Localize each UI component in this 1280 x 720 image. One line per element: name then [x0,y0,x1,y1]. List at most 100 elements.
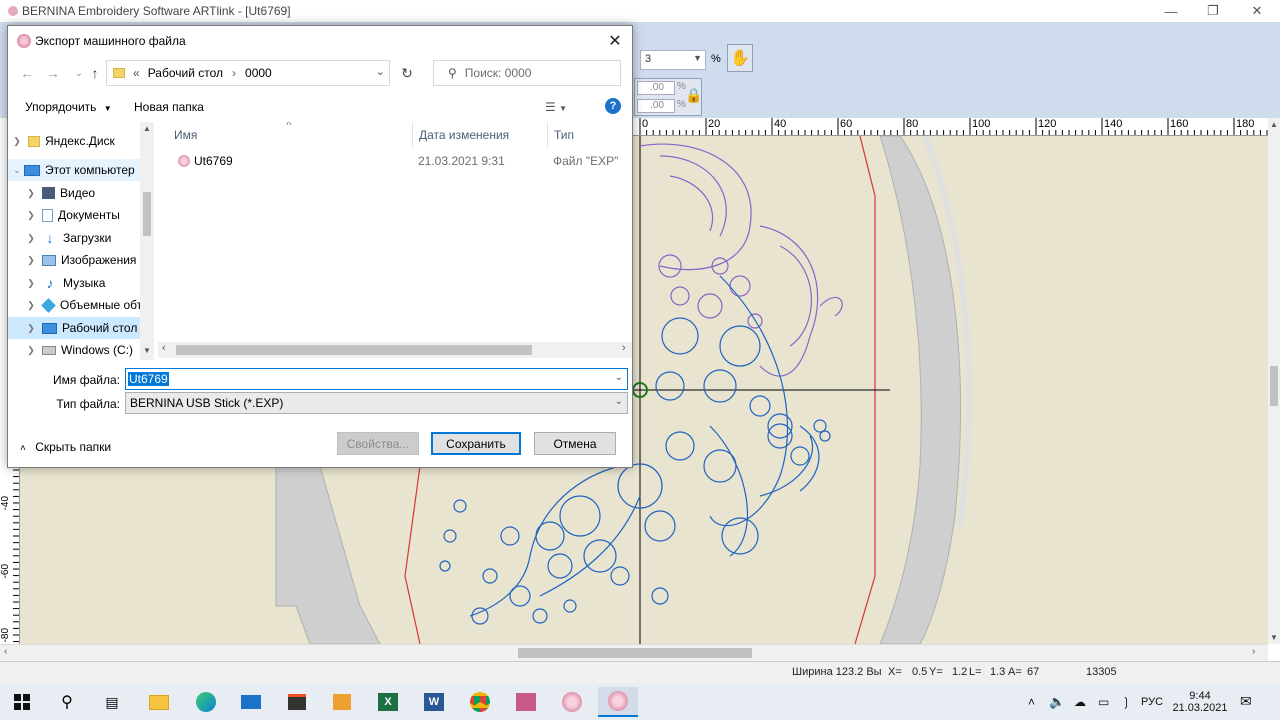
file-list-horizontal-scrollbar[interactable]: ‹ › [158,342,632,358]
file-list-scroll-thumb[interactable] [176,345,532,355]
tree-scroll-thumb[interactable] [143,192,151,236]
up-arrow-icon[interactable]: ↑ [84,62,106,84]
scroll-down-icon[interactable]: ▼ [143,346,151,355]
scroll-left-icon[interactable]: ‹ [4,646,7,657]
tree-item-this-pc[interactable]: ⌄ Этот компьютер [8,159,140,181]
task-view-icon[interactable]: ▤ [92,687,132,717]
expand-chevron-icon[interactable]: ❯ [26,255,36,266]
address-dropdown-chevron-icon[interactable]: ⌄ [376,65,385,78]
bernina-app-icon[interactable] [506,687,546,717]
input-language[interactable]: РУС [1141,683,1163,720]
speaker-icon[interactable]: 🔈 [1049,683,1065,720]
tree-item-documents[interactable]: ❯ Документы [8,204,140,226]
help-icon[interactable]: ? [605,98,621,114]
excel-icon[interactable]: X [368,687,408,717]
3d-objects-folder-icon [41,297,56,313]
scroll-right-icon[interactable]: › [1252,646,1255,657]
forward-arrow-icon[interactable]: → [42,62,64,84]
filetype-select[interactable]: BERNINA USB Stick (*.EXP) ⌄ [125,392,628,414]
file-explorer-icon[interactable] [139,687,179,717]
save-button[interactable]: Сохранить [431,432,521,455]
expand-chevron-icon[interactable]: ❯ [26,345,36,356]
file-row[interactable]: Ut6769 21.03.2021 9:31 Файл "EXP" [158,150,628,172]
onedrive-icon[interactable]: ☁ [1074,683,1086,720]
status-a-value: 67 [1027,666,1040,678]
show-hidden-icons-chevron-icon[interactable]: ˄ [1028,683,1035,720]
hide-folders-toggle[interactable]: ˄ Скрыть папки [20,440,111,454]
network-icon[interactable]: ❳ [1121,683,1131,720]
search-input[interactable]: ⚲ Поиск: 0000 [433,60,621,86]
refresh-icon[interactable]: ↻ [396,62,418,84]
tree-item-music[interactable]: ❯ ♪ Музыка [8,272,140,294]
column-header-type[interactable]: Тип [548,122,632,148]
tree-item-windows-c[interactable]: ❯ Windows (C:) [8,339,140,360]
video-player-icon[interactable] [322,687,362,717]
lock-proportion-icon[interactable]: 🔒 [685,87,702,104]
scale-width-field[interactable]: .00 [637,81,675,95]
clock[interactable]: 9:44 21.03.2021 [1168,683,1232,720]
filetype-dropdown-chevron-icon[interactable]: ⌄ [615,396,623,407]
hand-pan-icon[interactable]: ✋ [727,44,753,72]
status-bar: Ширина 123.2 Вы X= 0.5 Y= 1.2 L= 1.3 A= … [0,661,1280,683]
restore-button[interactable]: ❐ [1190,0,1236,22]
expand-chevron-icon[interactable]: ❯ [26,278,36,289]
breadcrumb-desktop[interactable]: Рабочий стол [148,66,223,80]
artlink-icon-1[interactable] [552,687,592,717]
store-icon[interactable] [277,687,317,717]
battery-icon[interactable]: ▭ [1098,683,1109,720]
edge-browser-icon[interactable] [186,687,226,717]
minimize-button[interactable]: — [1148,0,1194,22]
horizontal-scroll-thumb[interactable] [518,648,752,658]
pictures-folder-icon [42,254,56,266]
breadcrumb-0000[interactable]: 0000 [245,66,272,80]
column-header-date[interactable]: Дата изменения [413,122,548,148]
expand-chevron-icon[interactable]: ❯ [26,300,36,311]
scroll-down-icon[interactable]: ▼ [1270,633,1278,642]
tree-item-downloads[interactable]: ❯ ↓ Загрузки [8,227,140,249]
filename-input[interactable]: Ut6769 ⌄ [125,368,628,390]
artlink-icon-2-active[interactable] [598,687,638,717]
dialog-close-button[interactable]: ✕ [602,28,628,54]
chrome-icon[interactable] [460,687,500,717]
expand-chevron-icon[interactable]: ❯ [26,210,36,221]
scroll-left-icon[interactable]: ‹ [162,342,166,354]
canvas-horizontal-scrollbar[interactable]: ‹ › [0,644,1268,661]
organize-menu[interactable]: Упорядочить ▼ [25,100,112,114]
expand-chevron-icon[interactable]: ❯ [12,136,22,147]
expand-chevron-icon[interactable]: ❯ [26,323,36,334]
column-header-name[interactable]: Имя [168,122,412,148]
view-options-icon[interactable]: ☰ ▼ [545,100,567,114]
scroll-up-icon[interactable]: ▲ [1270,120,1278,129]
collapse-chevron-icon[interactable]: ⌄ [12,165,22,176]
tree-item-pictures[interactable]: ❯ Изображения [8,249,140,271]
expand-chevron-icon[interactable]: ❯ [26,233,36,244]
word-icon[interactable]: W [414,687,454,717]
tree-item-desktop[interactable]: ❯ Рабочий стол [8,317,140,339]
back-arrow-icon[interactable]: ← [16,62,38,84]
address-overflow[interactable]: « [133,66,140,80]
bernina-glyph [516,693,536,711]
notifications-icon[interactable]: ✉ [1240,683,1252,720]
column-type-label: Тип [554,128,575,142]
vertical-scroll-thumb[interactable] [1270,366,1278,406]
mail-icon[interactable] [231,687,271,717]
search-icon[interactable]: ⚲ [47,687,87,717]
zoom-field[interactable]: 3 ▼ [640,50,706,70]
address-bar[interactable]: « Рабочий стол › 0000 ⌄ [106,60,390,86]
properties-button[interactable]: Свойства... [337,432,419,455]
start-windows-icon[interactable] [2,687,42,717]
filename-dropdown-chevron-icon[interactable]: ⌄ [615,372,623,383]
canvas-vertical-scrollbar[interactable]: ▲ ▼ [1268,118,1280,644]
new-folder-button[interactable]: Новая папка [134,100,204,114]
scroll-up-icon[interactable]: ▲ [143,124,151,133]
tree-item-3d-objects[interactable]: ❯ Объемные объ [8,294,140,316]
tree-item-yandex-disk[interactable]: ❯ Яндекс.Диск [8,130,140,152]
scroll-right-icon[interactable]: › [622,342,626,354]
tree-scrollbar[interactable]: ▲ ▼ [140,122,154,360]
close-app-button[interactable]: ✕ [1234,0,1280,22]
scale-height-field[interactable]: .00 [637,99,675,113]
expand-chevron-icon[interactable]: ❯ [26,188,36,199]
tree-item-label: Видео [60,186,96,200]
cancel-button[interactable]: Отмена [534,432,616,455]
tree-item-video[interactable]: ❯ Видео [8,182,140,204]
